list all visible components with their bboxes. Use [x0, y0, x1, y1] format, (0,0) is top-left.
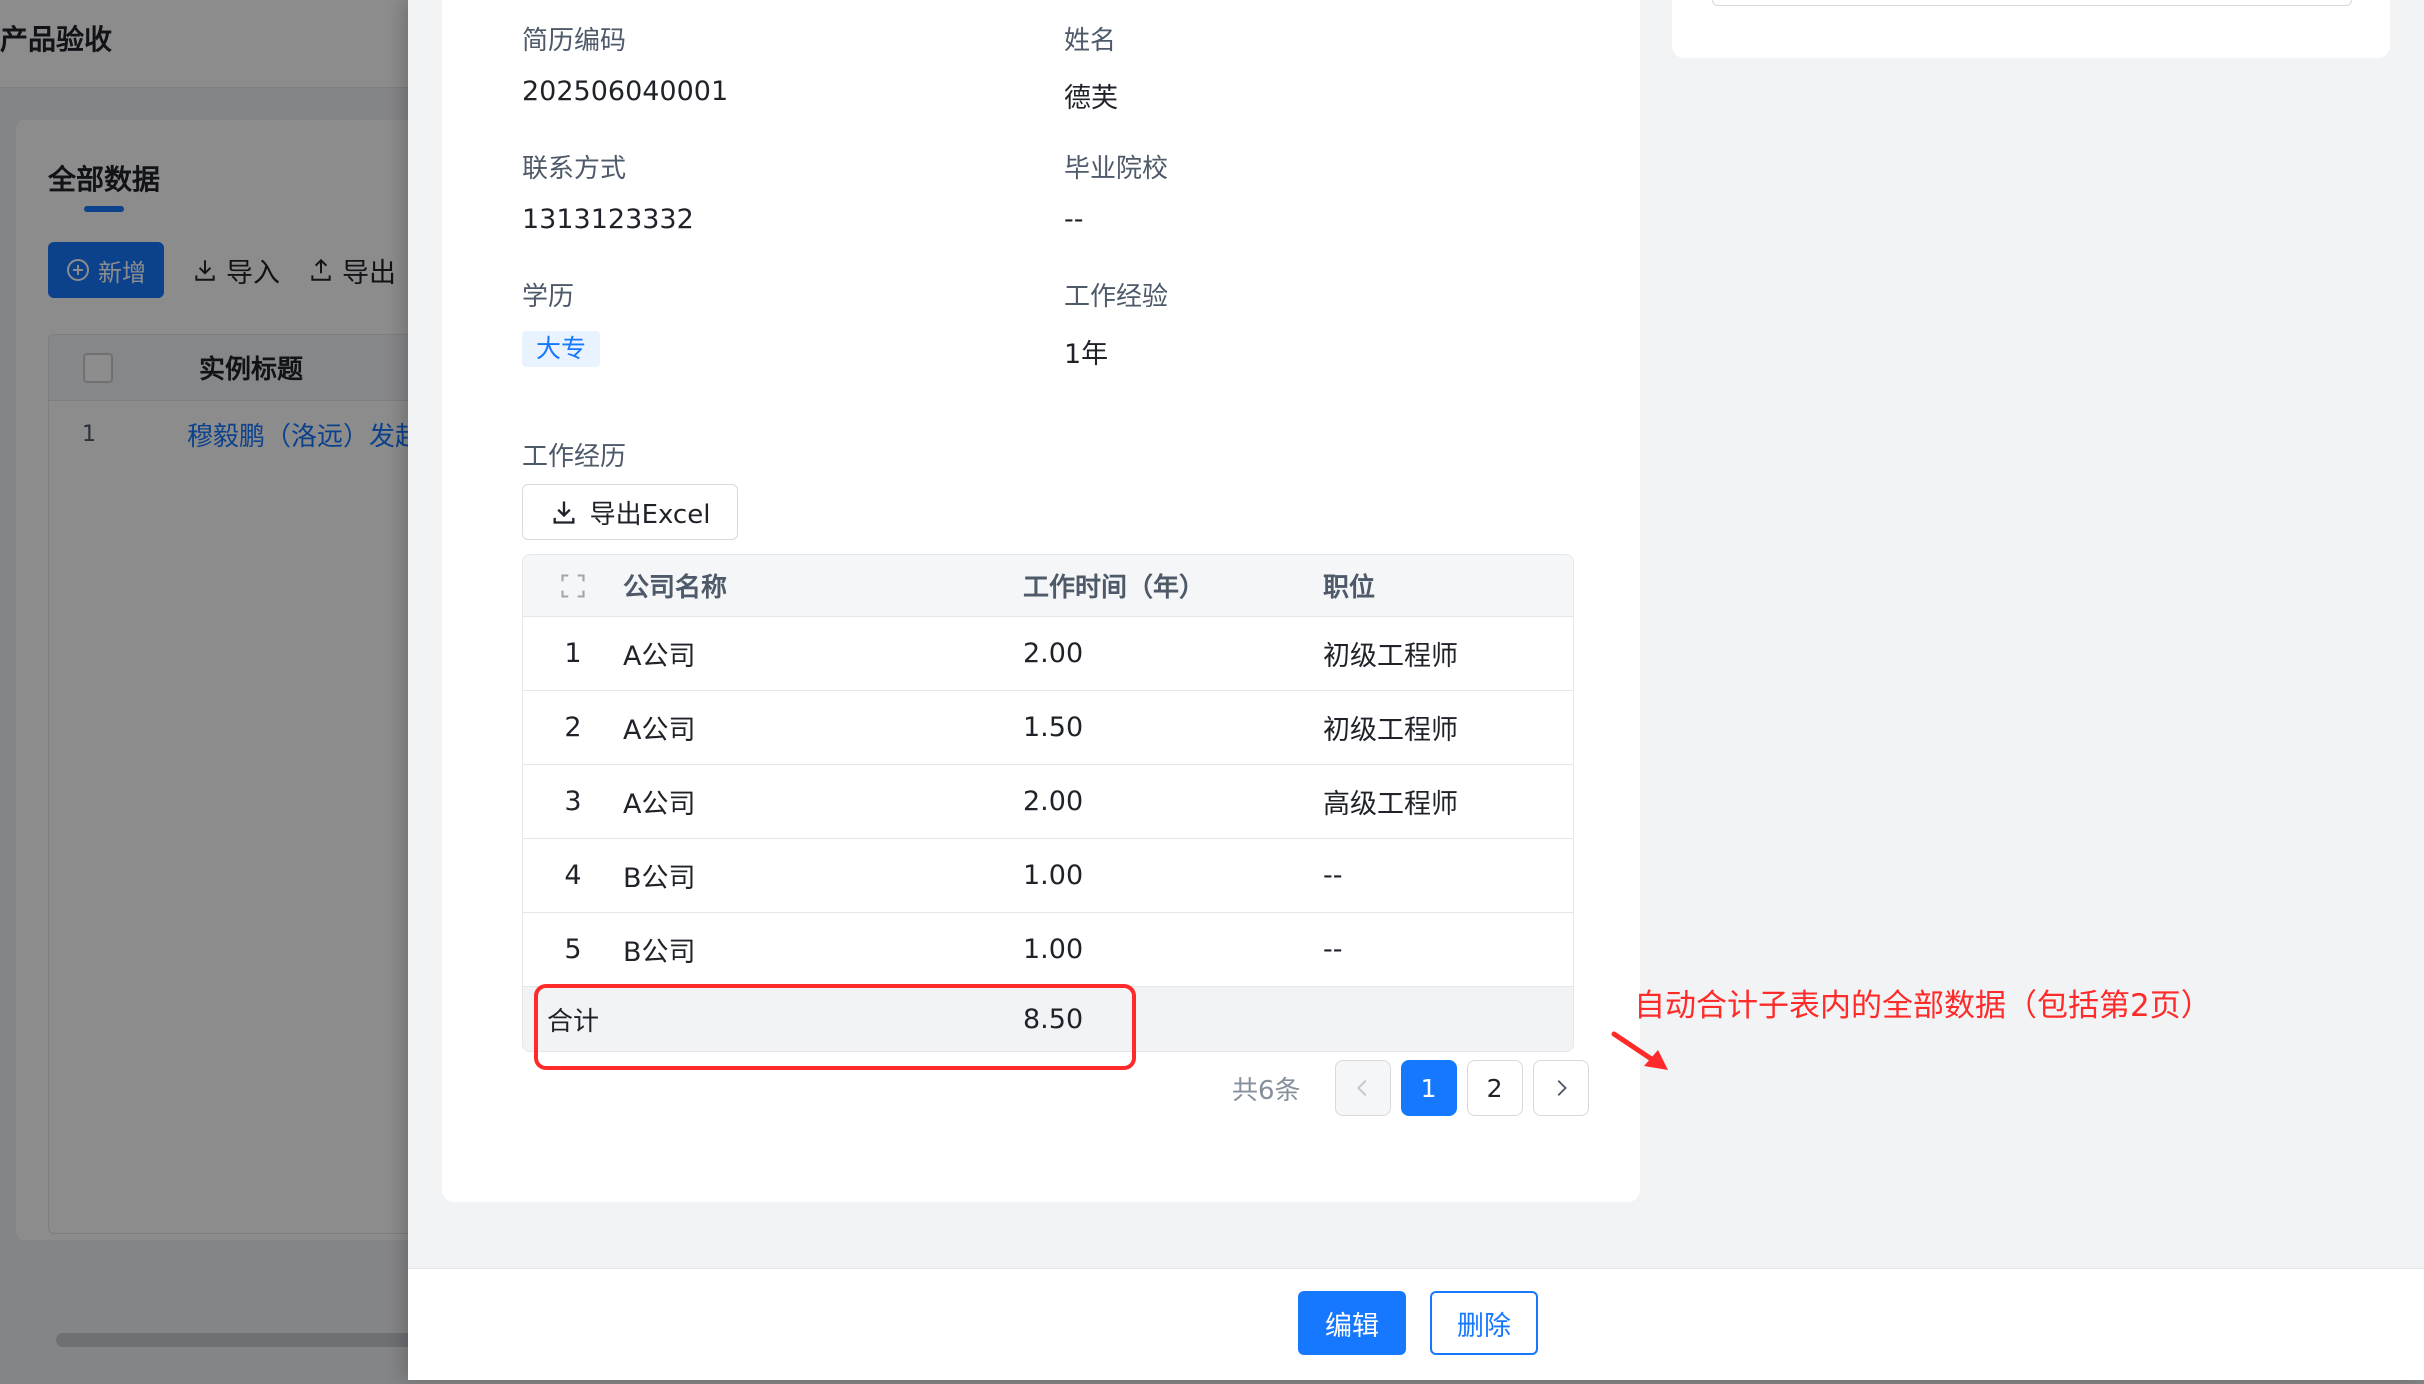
table-row: 5 B公司 1.00 --	[523, 913, 1573, 987]
company-cell: B公司	[623, 863, 696, 894]
row-index: 3	[564, 786, 582, 817]
experience-value: 1年	[1064, 339, 1109, 370]
page-1-button[interactable]: 1	[1400, 1060, 1457, 1116]
years-cell: 1.00	[1023, 934, 1084, 965]
position-cell: 高级工程师	[1323, 789, 1458, 820]
row-index: 5	[564, 934, 582, 965]
pagination: 共6条 1 2	[1232, 1060, 1589, 1116]
edit-button[interactable]: 编辑	[1298, 1291, 1406, 1355]
school-label: 毕业院校	[1064, 154, 1169, 184]
delete-button[interactable]: 删除	[1430, 1291, 1538, 1355]
annotation-highlight-box	[534, 984, 1136, 1070]
column-years: 工作时间（年）	[1023, 573, 1206, 603]
drawer-side-card	[1672, 0, 2390, 58]
name-label: 姓名	[1064, 26, 1117, 56]
table-row: 2 A公司 1.50 初级工程师	[523, 691, 1573, 765]
table-row: 1 A公司 2.00 初级工程师	[523, 617, 1573, 691]
company-cell: B公司	[623, 937, 696, 968]
next-page-button[interactable]	[1532, 1060, 1589, 1116]
export-excel-label: 导出Excel	[589, 499, 711, 530]
export-excel-button[interactable]: 导出Excel	[522, 484, 738, 540]
position-cell: --	[1323, 934, 1343, 965]
chevron-left-icon	[1356, 1080, 1366, 1096]
school-value: --	[1064, 204, 1084, 235]
row-index: 2	[564, 712, 582, 743]
column-company: 公司名称	[623, 573, 728, 603]
company-cell: A公司	[623, 715, 696, 746]
name-value: 德芙	[1064, 83, 1118, 114]
work-history-label: 工作经历	[522, 442, 627, 472]
table-row: 4 B公司 1.00 --	[523, 839, 1573, 913]
resume-code-label: 简历编码	[522, 26, 627, 56]
years-cell: 2.00	[1023, 638, 1084, 669]
drawer-footer: 编辑 删除	[408, 1268, 2424, 1380]
annotation-text: 自动合计子表内的全部数据（包括第2页）	[1634, 988, 2212, 1024]
position-cell: 初级工程师	[1323, 715, 1458, 746]
page-2-button[interactable]: 2	[1466, 1060, 1523, 1116]
chevron-right-icon	[1557, 1080, 1567, 1096]
row-index: 1	[564, 638, 582, 669]
education-label: 学历	[522, 282, 575, 312]
table-row: 3 A公司 2.00 高级工程师	[523, 765, 1573, 839]
contact-label: 联系方式	[522, 154, 627, 184]
column-position: 职位	[1323, 573, 1376, 603]
drawer-side-input[interactable]	[1712, 0, 2352, 6]
years-cell: 1.50	[1023, 712, 1084, 743]
position-cell: --	[1323, 860, 1343, 891]
detail-drawer: 简历编码 202506040001 姓名 德芙 联系方式 1313123332 …	[408, 0, 2424, 1380]
resume-code-value: 202506040001	[522, 76, 729, 107]
arrow-icon	[1611, 1031, 1668, 1070]
company-cell: A公司	[623, 789, 696, 820]
contact-value: 1313123332	[522, 204, 694, 235]
years-cell: 2.00	[1023, 786, 1084, 817]
position-cell: 初级工程师	[1323, 641, 1458, 672]
years-cell: 1.00	[1023, 860, 1084, 891]
pagination-total: 共6条	[1232, 1075, 1301, 1106]
download-icon	[553, 501, 575, 524]
row-index: 4	[564, 860, 582, 891]
table-header: 公司名称 工作时间（年） 职位	[523, 555, 1573, 617]
detail-card: 简历编码 202506040001 姓名 德芙 联系方式 1313123332 …	[442, 0, 2212, 1202]
education-tag: 大专	[522, 331, 601, 367]
company-cell: A公司	[623, 641, 696, 672]
prev-page-button[interactable]	[1334, 1060, 1391, 1116]
work-history-table: 公司名称 工作时间（年） 职位 1 A公司 2.00 初级工程师 2 A公司 1…	[522, 554, 1574, 1052]
expand-icon[interactable]	[523, 572, 623, 600]
experience-label: 工作经验	[1064, 282, 1169, 312]
